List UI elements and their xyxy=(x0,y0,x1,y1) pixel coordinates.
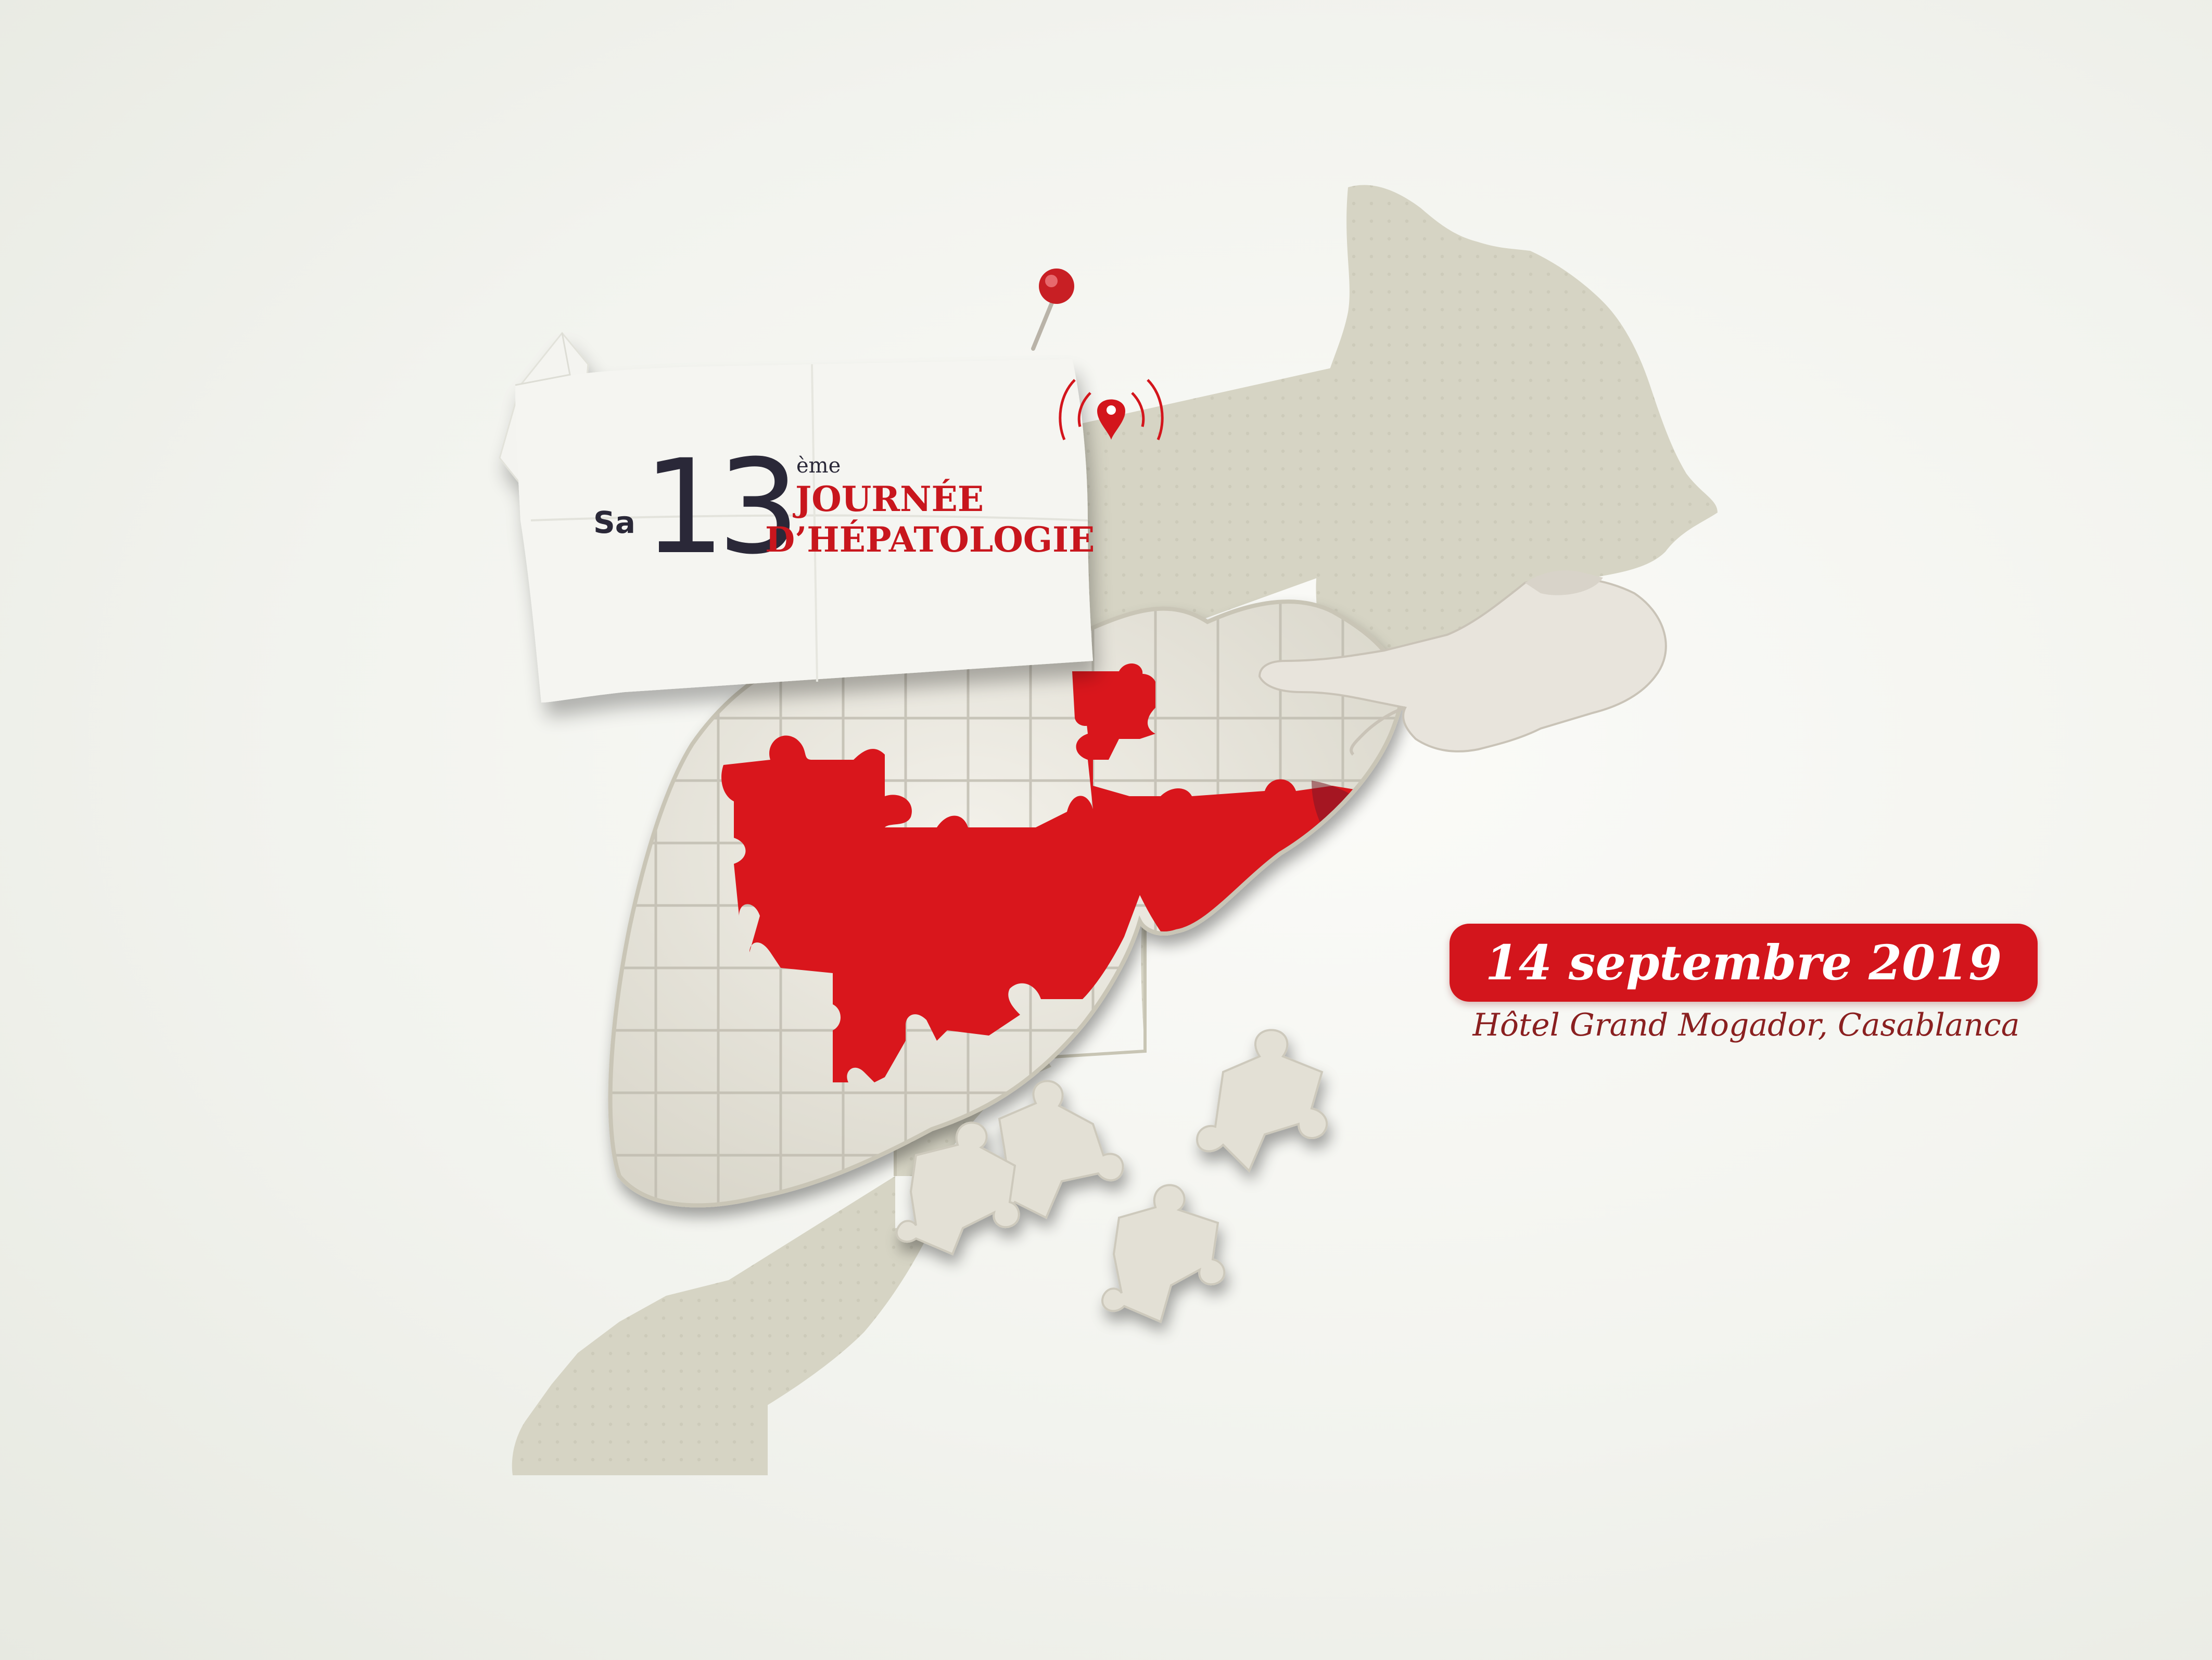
date-badge: 14 septembre 2019 xyxy=(1450,924,2038,1002)
event-date: 14 septembre 2019 xyxy=(1485,935,2002,991)
title-line-1: JOURNÉE xyxy=(795,479,984,519)
ordinal-suffix: ème xyxy=(796,454,841,478)
event-title: Sa 13 ème JOURNÉE D’HÉPATOLOGIE xyxy=(593,442,1103,604)
event-venue: Hôtel Grand Mogador, Casablanca xyxy=(1472,1007,2020,1043)
title-prefix: Sa xyxy=(593,505,635,540)
push-pin-icon xyxy=(1031,269,1074,351)
poster-illustration xyxy=(499,185,1718,1475)
title-line-2: D’HÉPATOLOGIE xyxy=(765,519,1095,560)
